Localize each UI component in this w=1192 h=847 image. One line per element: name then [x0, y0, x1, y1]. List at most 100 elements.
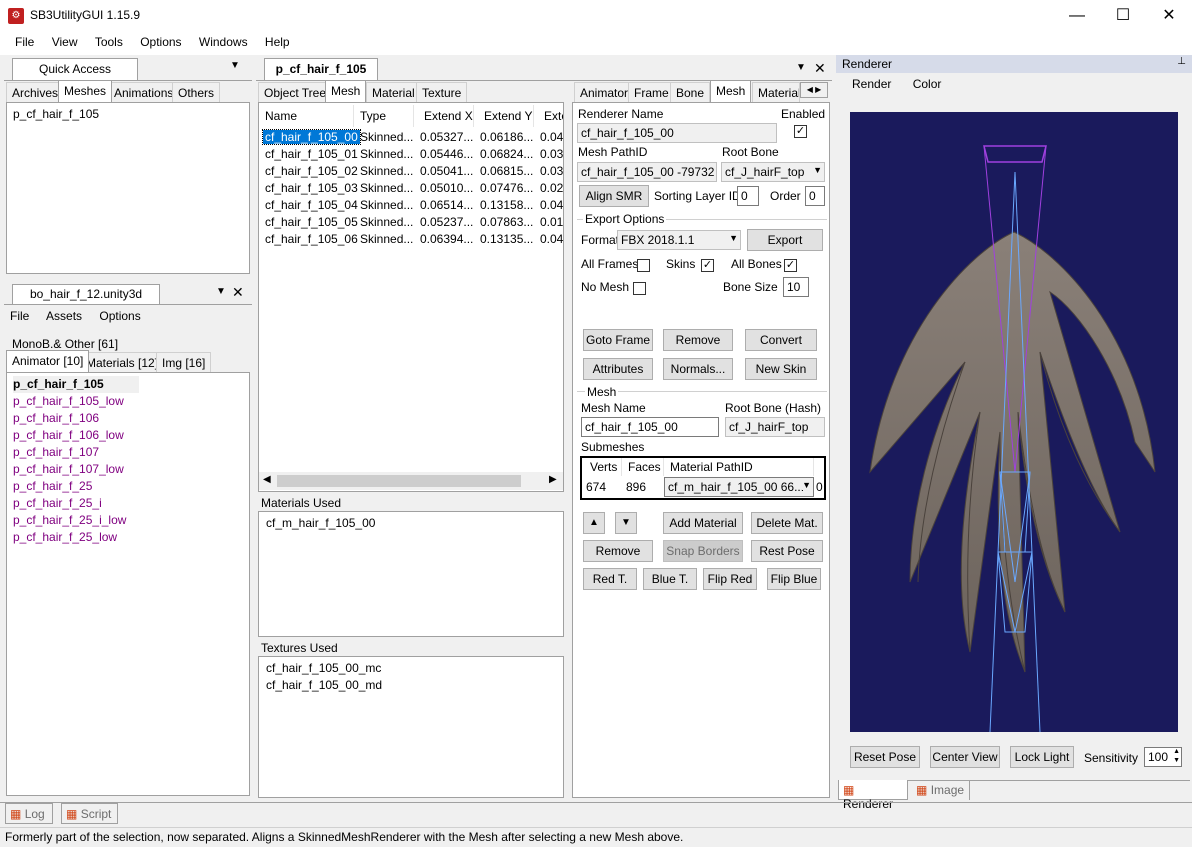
tab-image[interactable]: ▦ Image — [912, 780, 970, 800]
list-item[interactable]: cf_m_hair_f_105_00 — [266, 515, 556, 532]
remove-button[interactable]: Remove — [663, 329, 733, 351]
align-smr-button[interactable]: Align SMR — [579, 185, 649, 207]
table-row[interactable]: cf_hair_f_105_02 Skinned... 0.05041... 0.06… — [259, 163, 563, 180]
all-bones-checkbox[interactable]: ✓ — [784, 259, 797, 272]
table-cell[interactable]: 0.07863... — [480, 215, 533, 229]
tab-frame[interactable]: Frame — [628, 82, 675, 102]
faces-cell[interactable]: 896 — [626, 480, 646, 494]
add-material-button[interactable]: Add Material — [663, 512, 743, 534]
extra-cell[interactable]: 0 — [816, 480, 823, 494]
convert-button[interactable]: Convert — [745, 329, 817, 351]
table-row[interactable]: 674 896 cf_m_hair_f_105_00 66... ▼ 0 — [582, 476, 824, 498]
table-cell[interactable]: 0.06186... — [480, 130, 533, 144]
tab-meshes[interactable]: Meshes — [58, 80, 113, 102]
red-t-button[interactable]: Red T. — [583, 568, 637, 590]
order-field[interactable]: 0 — [805, 186, 825, 206]
table-cell[interactable]: 0.040 — [540, 198, 563, 212]
table-cell[interactable]: cf_hair_f_105_05 — [265, 215, 358, 229]
table-row[interactable]: cf_hair_f_105_06 Skinned... 0.06394... 0.13… — [259, 231, 563, 248]
tab-monob[interactable]: MonoB.& Other [61] — [12, 337, 118, 351]
table-cell[interactable]: cf_hair_f_105_04 — [265, 198, 358, 212]
tab-img[interactable]: Img [16] — [156, 352, 212, 372]
list-item[interactable]: p_cf_hair_f_107_low — [13, 461, 243, 478]
list-item[interactable]: p_cf_hair_f_25_i — [13, 495, 243, 512]
material-pathid-combo[interactable]: cf_m_hair_f_105_00 66... ▼ — [664, 477, 814, 497]
pin-icon[interactable]: ⊥ — [1177, 56, 1186, 67]
bone-size-field[interactable]: 10 — [783, 277, 809, 297]
root-bone-combo[interactable]: cf_J_hairF_top ▼ — [721, 162, 825, 182]
enabled-checkbox[interactable]: ✓ — [794, 125, 807, 138]
list-item[interactable]: p_cf_hair_f_107 — [13, 444, 243, 461]
table-cell[interactable]: cf_hair_f_105_01 — [265, 147, 358, 161]
table-cell[interactable]: 0.033 — [540, 164, 563, 178]
goto-frame-button[interactable]: Goto Frame — [583, 329, 653, 351]
center-view-button[interactable]: Center View — [930, 746, 1000, 768]
3d-viewport[interactable] — [850, 112, 1178, 732]
table-cell[interactable]: Skinned... — [360, 147, 413, 161]
tab-object-tree[interactable]: Object Tree — [258, 82, 333, 102]
all-frames-checkbox[interactable] — [637, 259, 650, 272]
table-cell[interactable]: Skinned... — [360, 181, 413, 195]
table-cell[interactable]: 0.06394... — [420, 232, 473, 246]
menu-file[interactable]: File — [8, 31, 41, 53]
skins-checkbox[interactable]: ✓ — [701, 259, 714, 272]
col-extend-y[interactable]: Extend Y — [474, 105, 534, 127]
table-cell[interactable]: 0.05041... — [420, 164, 473, 178]
col-material-pathid[interactable]: Material PathID — [664, 458, 814, 476]
unity-menu-options[interactable]: Options — [99, 309, 140, 323]
menu-tools[interactable]: Tools — [88, 31, 130, 53]
scroll-thumb[interactable] — [277, 475, 521, 487]
chevron-down-icon[interactable]: ▼ — [796, 62, 806, 73]
table-cell[interactable]: 0.05327... — [420, 130, 473, 144]
tab-mesh[interactable]: Mesh — [325, 80, 367, 102]
table-cell[interactable]: 0.040 — [540, 130, 563, 144]
tab-others[interactable]: Others — [172, 82, 221, 102]
new-skin-button[interactable]: New Skin — [745, 358, 817, 380]
remove-submesh-button[interactable]: Remove — [583, 540, 653, 562]
table-row[interactable]: cf_hair_f_105_01 Skinned... 0.05446... 0.06… — [259, 146, 563, 163]
close-icon[interactable]: ✕ — [814, 60, 826, 77]
export-button[interactable]: Export — [747, 229, 823, 251]
col-extend-x[interactable]: Extend X — [414, 105, 474, 127]
menu-options[interactable]: Options — [133, 31, 188, 53]
table-cell[interactable]: 0.032 — [540, 147, 563, 161]
tab-materials[interactable]: Materials [12] — [80, 352, 165, 372]
tab-renderer[interactable]: ▦ Renderer — [838, 780, 908, 811]
unity-file-tab[interactable]: bo_hair_f_12.unity3d — [12, 284, 160, 304]
tab-mesh[interactable]: Mesh — [710, 80, 752, 102]
no-mesh-checkbox[interactable] — [633, 282, 646, 295]
col-extend-z[interactable]: Exte — [534, 105, 563, 127]
tab-script[interactable]: ▦ Script — [61, 803, 118, 824]
tab-bone[interactable]: Bone — [670, 82, 711, 102]
format-combo[interactable]: FBX 2018.1.1 ▼ — [617, 230, 741, 250]
sensitivity-field[interactable]: 100 ▲ ▼ — [1144, 747, 1182, 767]
menu-help[interactable]: Help — [258, 31, 297, 53]
table-cell[interactable]: 0.06815... — [480, 164, 533, 178]
tab-animator[interactable]: Animator — [574, 82, 635, 102]
table-cell[interactable]: 0.018 — [540, 215, 563, 229]
spinner-icon[interactable]: ▲ ▼ — [1173, 748, 1180, 765]
flip-red-button[interactable]: Flip Red — [703, 568, 757, 590]
reset-pose-button[interactable]: Reset Pose — [850, 746, 920, 768]
mesh-name-field[interactable]: cf_hair_f_105_00 — [581, 417, 719, 437]
table-cell[interactable]: 0.07476... — [480, 181, 533, 195]
tab-material[interactable]: Material — [366, 82, 421, 102]
table-cell[interactable]: 0.023 — [540, 181, 563, 195]
root-bone-hash-field[interactable]: cf_J_hairF_top — [725, 417, 825, 437]
maximize-button[interactable]: ☐ — [1100, 0, 1146, 31]
renderer-menu-render[interactable]: Render — [852, 77, 891, 91]
list-item[interactable]: p_cf_hair_f_25 — [13, 478, 243, 495]
list-item[interactable]: p_cf_hair_f_25_low — [13, 529, 243, 546]
list-item[interactable]: cf_hair_f_105_00_mc — [266, 660, 556, 677]
table-cell[interactable]: Skinned... — [360, 164, 413, 178]
renderer-menu-color[interactable]: Color — [913, 77, 942, 91]
table-row[interactable]: cf_hair_f_105_05 Skinned... 0.05237... 0.07… — [259, 214, 563, 231]
table-cell[interactable]: Skinned... — [360, 215, 413, 229]
tab-archives[interactable]: Archives — [6, 82, 65, 102]
delete-material-button[interactable]: Delete Mat. — [751, 512, 823, 534]
menu-windows[interactable]: Windows — [192, 31, 255, 53]
col-verts[interactable]: Verts — [582, 458, 622, 476]
chevron-down-icon[interactable]: ▼ — [230, 60, 240, 71]
unity-menu-assets[interactable]: Assets — [46, 309, 82, 323]
table-cell[interactable]: cf_hair_f_105_00 — [262, 129, 361, 145]
